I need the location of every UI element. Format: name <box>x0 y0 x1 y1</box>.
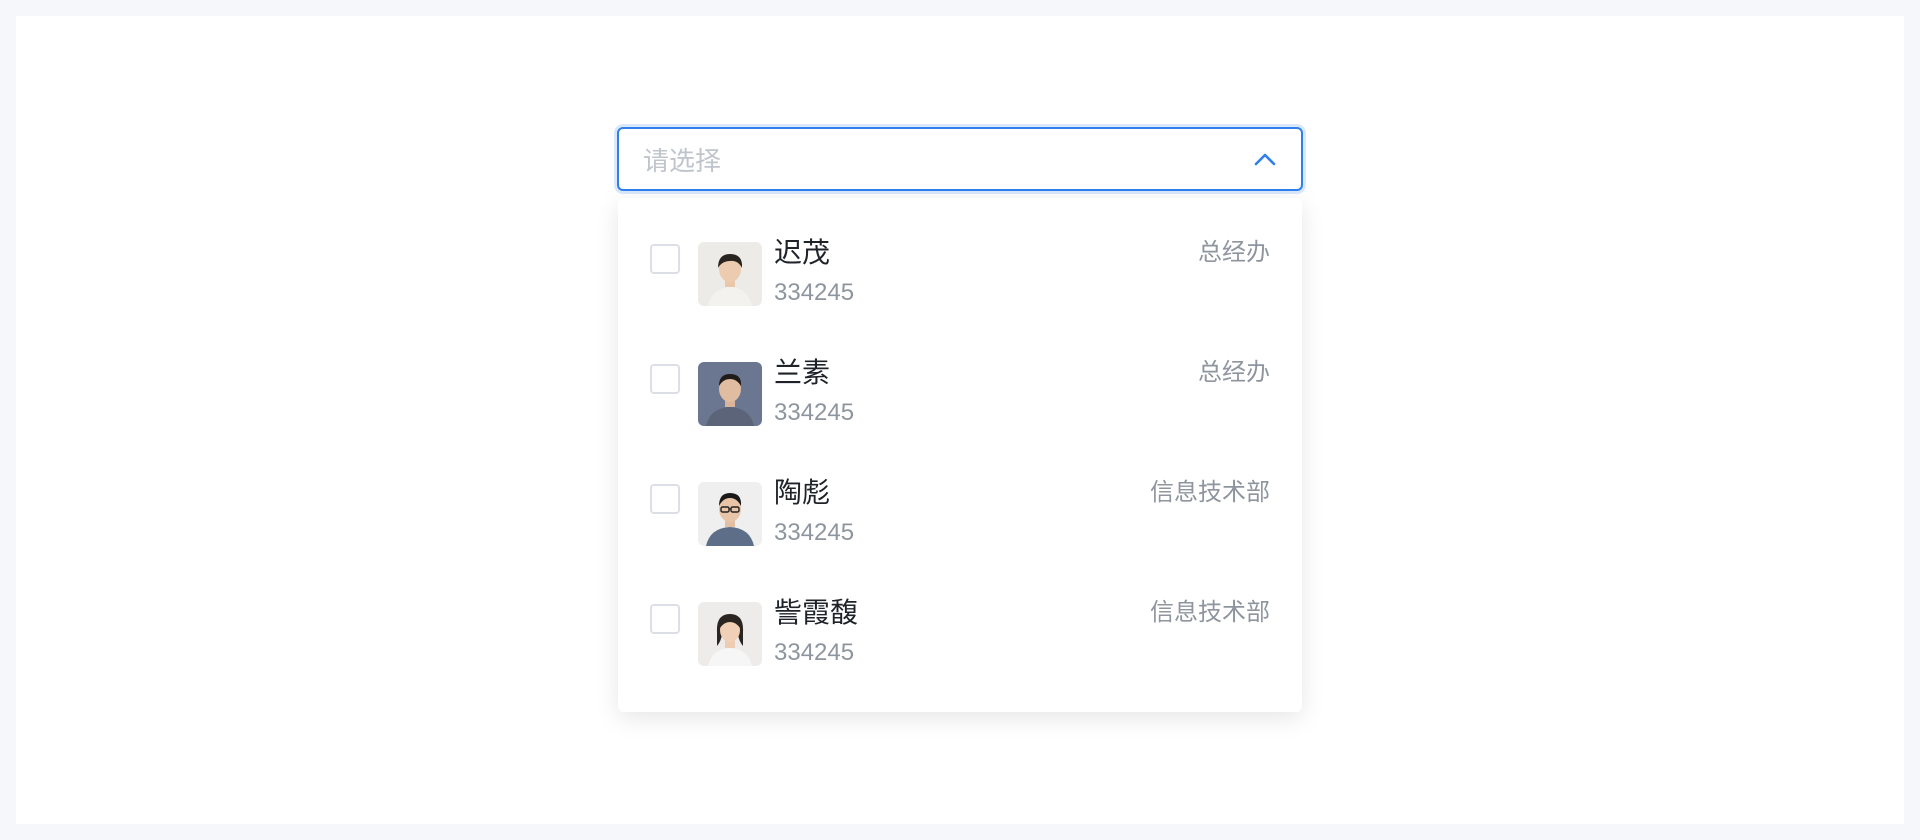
chevron-up-icon[interactable] <box>1251 145 1279 173</box>
avatar <box>698 482 762 546</box>
select-dropdown: 迟茂 334245 总经办 兰素 334245 总经办 陶彪 334245 信息… <box>618 198 1302 712</box>
option-id: 334245 <box>774 639 855 666</box>
option-checkbox[interactable] <box>650 484 680 514</box>
avatar <box>698 362 762 426</box>
option-item[interactable]: 陶彪 334245 信息技术部 <box>618 477 1302 600</box>
option-item[interactable]: 兰素 334245 总经办 <box>618 357 1302 480</box>
option-checkbox[interactable] <box>650 364 680 394</box>
option-name: 訾霞馥 <box>774 597 859 628</box>
option-id: 334245 <box>774 519 855 546</box>
option-name: 迟茂 <box>774 237 831 268</box>
option-dept: 信息技术部 <box>1150 479 1270 506</box>
option-id: 334245 <box>774 279 855 306</box>
option-checkbox[interactable] <box>650 244 680 274</box>
avatar <box>698 602 762 666</box>
option-name: 陶彪 <box>774 477 831 508</box>
option-id: 334245 <box>774 399 855 426</box>
option-dept: 总经办 <box>1198 239 1270 266</box>
member-select[interactable]: 请选择 <box>617 127 1303 191</box>
option-name: 兰素 <box>774 357 831 388</box>
option-checkbox[interactable] <box>650 604 680 634</box>
option-dept: 总经办 <box>1198 359 1270 386</box>
avatar <box>698 242 762 306</box>
option-dept: 信息技术部 <box>1150 599 1270 626</box>
option-item[interactable]: 迟茂 334245 总经办 <box>618 237 1302 360</box>
option-item[interactable]: 訾霞馥 334245 信息技术部 <box>618 597 1302 720</box>
select-placeholder: 请选择 <box>643 145 722 176</box>
